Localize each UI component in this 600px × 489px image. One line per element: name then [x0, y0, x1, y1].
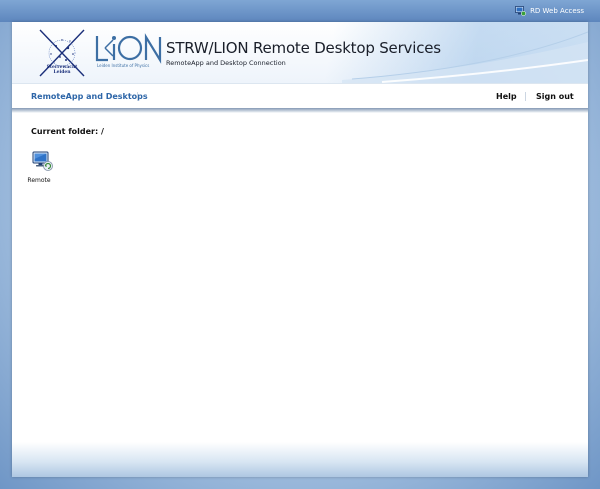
nav-divider	[525, 92, 526, 101]
top-bar: RD Web Access	[0, 0, 600, 22]
page-subtitle: RemoteApp and Desktop Connection	[166, 59, 286, 67]
app-label: Remote	[27, 177, 51, 184]
nav-shadow-divider	[12, 108, 588, 113]
page-title: STRW/LION Remote Desktop Services	[166, 39, 441, 57]
app-tile-remote[interactable]: Remote	[24, 150, 56, 190]
header-banner: Sterrewacht Leiden Leiden Institute of P…	[12, 22, 588, 83]
remote-desktop-computer-icon	[32, 151, 53, 171]
nav-divider	[137, 92, 138, 101]
current-folder-label: Current folder: /	[31, 127, 104, 136]
sterrewacht-logo-text: Sterrewacht Leiden	[46, 65, 78, 75]
rd-web-access-label: RD Web Access	[530, 7, 584, 15]
main-window: Sterrewacht Leiden Leiden Institute of P…	[12, 22, 588, 477]
tab-remoteapp-and-desktops[interactable]: RemoteApp and Desktops	[31, 92, 148, 101]
sign-out-link[interactable]: Sign out	[536, 92, 574, 101]
rd-web-access-badge: RD Web Access	[515, 5, 584, 17]
footer-gradient	[12, 442, 588, 477]
remote-desktop-icon	[515, 6, 527, 16]
nav-bar: RemoteApp and Desktops Help Sign out	[12, 83, 588, 108]
lion-subtitle: Leiden Institute of Physics	[97, 63, 150, 68]
help-link[interactable]: Help	[496, 92, 517, 101]
